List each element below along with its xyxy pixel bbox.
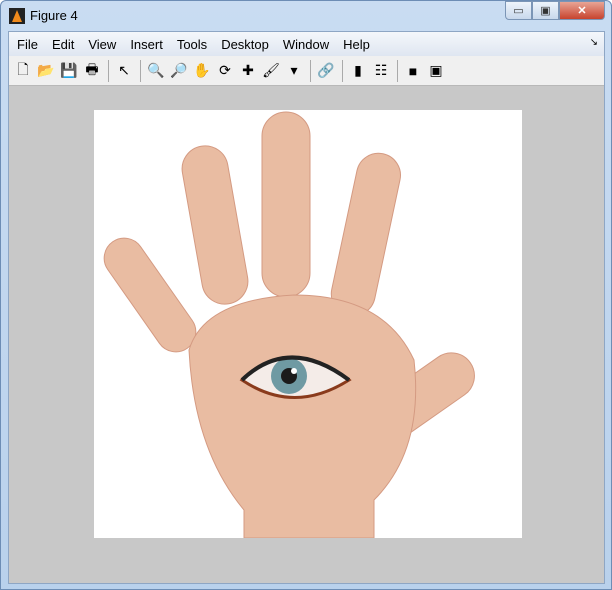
show-plot-tools-icon[interactable]: ▣	[425, 60, 447, 82]
minimize-button[interactable]: ▭	[505, 1, 532, 20]
toolbar-separator	[342, 59, 343, 82]
data-cursor-icon[interactable]: ✚	[237, 60, 259, 82]
menu-window[interactable]: Window	[283, 37, 329, 52]
rotate-3d-icon[interactable]: ⟳	[214, 60, 236, 82]
zoom-in-icon[interactable]: 🔍	[145, 60, 167, 82]
toolbar-separator	[140, 59, 141, 82]
colorbar-icon[interactable]: ▮	[347, 60, 369, 82]
middle-finger	[261, 111, 311, 298]
ring-finger	[330, 152, 401, 317]
brush-icon[interactable]: 🖌	[260, 60, 282, 82]
toolbar-separator	[397, 59, 398, 82]
toolbar-separator	[310, 59, 311, 82]
menu-help[interactable]: Help	[343, 37, 370, 52]
menu-file[interactable]: File	[17, 37, 38, 52]
menu-tools[interactable]: Tools	[177, 37, 207, 52]
pan-icon[interactable]: ✋	[191, 60, 213, 82]
matlab-icon	[9, 8, 25, 24]
link-plot-icon[interactable]: 🔗	[315, 60, 337, 82]
palm	[188, 294, 417, 538]
open-file-icon[interactable]: 📂	[35, 60, 57, 82]
brush-dropdown-icon[interactable]: ▾	[283, 60, 305, 82]
menu-view[interactable]: View	[88, 37, 116, 52]
hide-plot-tools-icon[interactable]: ■	[402, 60, 424, 82]
legend-icon[interactable]: ☷	[370, 60, 392, 82]
zoom-out-icon[interactable]: 🔎	[168, 60, 190, 82]
title-bar[interactable]: Figure 4 ▭ ▣ ✕	[1, 1, 611, 31]
figure-client: File Edit View Insert Tools Desktop Wind…	[8, 31, 605, 584]
menu-insert[interactable]: Insert	[130, 37, 163, 52]
window-title: Figure 4	[30, 8, 78, 23]
new-figure-icon[interactable]: 🗋	[12, 60, 34, 82]
toolbar: 🗋 📂 💾 🖶 ↖ 🔍 🔎 ✋ ⟳ ✚ 🖌 ▾ 🔗 ▮ ☷ ■ ▣	[9, 56, 604, 86]
maximize-button[interactable]: ▣	[532, 1, 559, 20]
figure-window: Figure 4 ▭ ▣ ✕ File Edit View Insert Too…	[0, 0, 612, 590]
menu-overflow-icon[interactable]: ↘	[590, 37, 598, 48]
pinky-finger	[103, 237, 197, 353]
index-finger	[181, 145, 249, 305]
close-button[interactable]: ✕	[559, 1, 605, 20]
print-icon[interactable]: 🖶	[81, 60, 103, 82]
image-axes[interactable]	[94, 110, 522, 538]
save-icon[interactable]: 💾	[58, 60, 80, 82]
hand-eye-image	[103, 111, 475, 538]
toolbar-separator	[108, 59, 109, 82]
menu-bar: File Edit View Insert Tools Desktop Wind…	[9, 32, 604, 56]
menu-edit[interactable]: Edit	[52, 37, 74, 52]
menu-desktop[interactable]: Desktop	[221, 37, 269, 52]
edit-plot-icon[interactable]: ↖	[113, 60, 135, 82]
